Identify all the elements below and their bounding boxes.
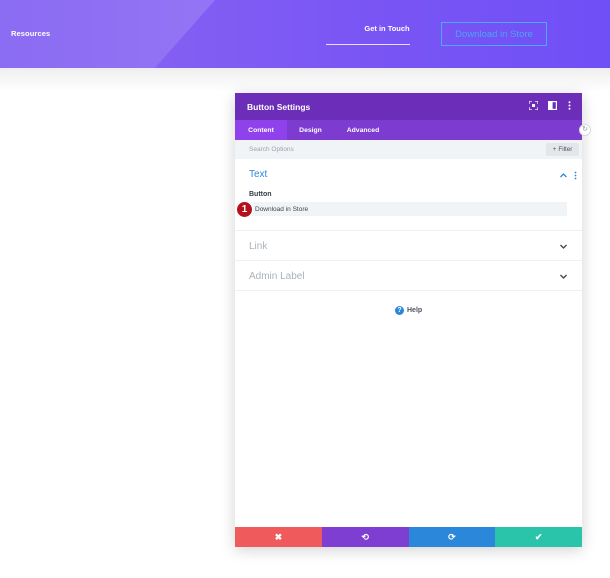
check-icon: ✔ <box>534 531 543 542</box>
filter-button[interactable]: + Filter <box>546 143 579 156</box>
undo-button[interactable]: ⟲ <box>321 527 409 547</box>
focus-icon[interactable] <box>527 100 539 111</box>
search-options-input[interactable] <box>249 140 499 159</box>
site-header: Resources Get in Touch Download in Store <box>0 0 610 68</box>
section-admin-label-title: Admin Label <box>249 271 305 282</box>
section-link-title: Link <box>249 241 268 252</box>
redo-icon: ⟳ <box>448 531 456 542</box>
more-vertical-icon[interactable] <box>571 171 580 180</box>
split-view-icon[interactable] <box>547 101 557 111</box>
plus-icon: + <box>552 146 557 153</box>
step-number-badge: 1 <box>236 201 253 218</box>
chevron-down-icon <box>560 274 567 279</box>
modal-footer: ✖ ⟲ ⟳ ✔ <box>235 527 582 547</box>
modal-titlebar[interactable]: Button Settings <box>235 93 582 120</box>
redo-button[interactable]: ⟳ <box>408 527 496 547</box>
help-link[interactable]: ? Help <box>395 306 422 315</box>
save-button[interactable]: ✔ <box>495 527 582 547</box>
button-text-label: Button <box>249 191 272 198</box>
section-text: Text <box>235 159 582 231</box>
nav-link-resources[interactable]: Resources <box>11 29 50 38</box>
tab-design[interactable]: Design <box>287 120 334 140</box>
button-settings-modal: Button Settings Content Design Advanced … <box>235 93 582 547</box>
resize-handle-icon[interactable]: ↻ <box>579 124 591 136</box>
modal-title: Button Settings <box>247 102 311 112</box>
search-row: + Filter <box>235 140 582 159</box>
modal-tabs: Content Design Advanced <box>235 120 582 140</box>
cancel-button[interactable]: ✖ <box>235 527 322 547</box>
section-text-title[interactable]: Text <box>249 169 267 180</box>
undo-icon: ⟲ <box>361 531 369 542</box>
tab-content[interactable]: Content <box>235 120 287 140</box>
button-text-input[interactable] <box>249 202 567 216</box>
help-icon: ? <box>395 306 404 315</box>
help-label: Help <box>407 307 423 314</box>
chevron-down-icon <box>560 244 567 249</box>
header-download-button[interactable]: Download in Store <box>441 22 547 46</box>
close-icon: ✖ <box>274 531 283 542</box>
chevron-up-icon[interactable] <box>559 171 568 180</box>
filter-label: Filter <box>558 146 573 153</box>
section-admin-label[interactable]: Admin Label <box>235 261 582 291</box>
nav-link-get-in-touch-label: Get in Touch <box>364 24 410 33</box>
tab-advanced[interactable]: Advanced <box>334 120 392 140</box>
nav-link-get-in-touch[interactable]: Get in Touch <box>326 24 410 45</box>
header-shadow <box>0 68 610 92</box>
section-link[interactable]: Link <box>235 231 582 261</box>
more-vertical-icon[interactable] <box>564 101 574 111</box>
